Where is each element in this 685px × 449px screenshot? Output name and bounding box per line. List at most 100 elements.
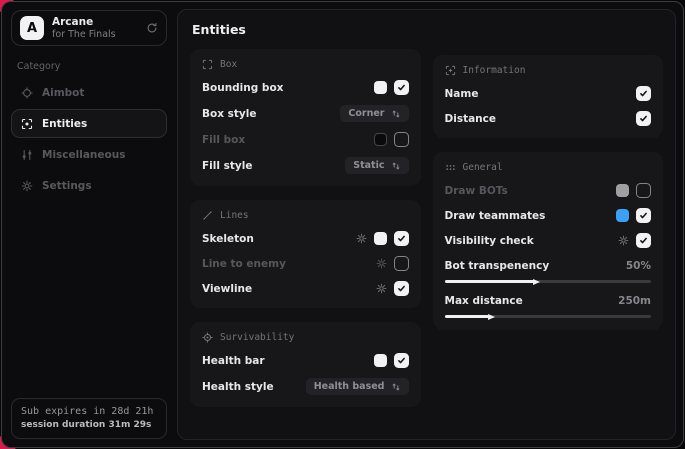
setting-row-distance: Distance — [445, 111, 652, 126]
checkbox-draw-bots[interactable] — [636, 183, 651, 198]
row-label: Line to enemy — [202, 258, 286, 270]
info-frame-icon — [445, 65, 456, 76]
app-subtitle: for The Finals — [52, 29, 116, 41]
setting-row-bounding-box: Bounding box — [202, 80, 409, 95]
gear-icon[interactable] — [376, 283, 387, 294]
row-label: Max distance — [445, 295, 523, 307]
color-swatch-health-bar[interactable] — [374, 354, 387, 367]
sidebar-item-miscellaneous[interactable]: Miscellaneous — [11, 140, 167, 169]
setting-row-health-style: Health styleHealth based — [202, 378, 409, 395]
dropdown-fill-style[interactable]: Static — [345, 157, 408, 174]
slider-value: 50% — [626, 260, 651, 272]
app-title: Arcane — [52, 16, 116, 29]
page-title: Entities — [192, 22, 663, 37]
setting-row-draw-bots: Draw BOTs — [445, 183, 652, 198]
brand-card: A Arcane for The Finals — [11, 10, 167, 46]
updown-icon — [391, 161, 401, 171]
dropdown-health-style[interactable]: Health based — [306, 378, 409, 395]
section-title: Information — [463, 65, 526, 76]
row-label: Draw BOTs — [445, 185, 508, 197]
section-title: General — [463, 162, 503, 173]
slider-thumb[interactable] — [533, 279, 540, 285]
sidebar: A Arcane for The Finals Category Aimbot E… — [9, 9, 169, 440]
section-title: Survivability — [220, 332, 294, 343]
section-survivability: Survivability Health bar Health styleHealt… — [190, 322, 421, 407]
checkbox-line-to-enemy[interactable] — [394, 256, 409, 271]
dropdown-value: Corner — [348, 108, 384, 119]
sub-expiry-text: Sub expires in 28d 21h — [21, 406, 157, 417]
checkbox-health-bar[interactable] — [394, 353, 409, 368]
dropdown-value: Static — [353, 160, 384, 171]
section-information: Information Name Distance — [433, 55, 664, 138]
gear-icon — [21, 180, 33, 192]
dropdown-value: Health based — [314, 381, 385, 392]
row-label: Visibility check — [445, 235, 534, 247]
dropdown-box-style[interactable]: Corner — [340, 105, 408, 122]
box-corners-icon — [202, 59, 213, 70]
line-icon — [202, 210, 213, 221]
left-column: Box Bounding box Box style Corner Fill box Fi… — [190, 49, 421, 407]
color-swatch-skeleton[interactable] — [374, 232, 387, 245]
category-label: Category — [17, 61, 161, 72]
gear-icon[interactable] — [376, 258, 387, 269]
setting-row-line-to-enemy: Line to enemy — [202, 256, 409, 271]
sidebar-item-label: Miscellaneous — [42, 149, 125, 161]
slider-bot-transpenency[interactable] — [445, 280, 652, 283]
slider-fill — [445, 280, 536, 283]
row-label: Distance — [445, 113, 497, 125]
row-label: Bounding box — [202, 82, 283, 94]
updown-icon — [391, 382, 401, 392]
row-label: Viewline — [202, 283, 252, 295]
section-title: Box — [220, 59, 237, 70]
right-column: Information Name Distance General Draw BOTs D… — [433, 55, 664, 330]
main-panel: Entities Box Bounding box Box style Corner F… — [177, 9, 676, 440]
row-label: Health bar — [202, 355, 265, 367]
setting-row-box-style: Box style Corner — [202, 105, 409, 122]
setting-row-skeleton: Skeleton — [202, 231, 409, 246]
row-label: Box style — [202, 108, 256, 120]
target-icon — [202, 332, 213, 343]
color-swatch-draw-bots[interactable] — [616, 184, 629, 197]
row-label: Bot transpenency — [445, 260, 550, 272]
row-label: Fill style — [202, 160, 252, 172]
sidebar-item-label: Settings — [42, 180, 92, 192]
slider-fill — [445, 315, 490, 318]
setting-row-health-bar: Health bar — [202, 353, 409, 368]
sidebar-nav: Aimbot Entities Miscellaneous Settings — [11, 78, 167, 202]
checkbox-skeleton[interactable] — [394, 231, 409, 246]
setting-row-draw-teammates: Draw teammates — [445, 208, 652, 223]
subscription-status-card: Sub expires in 28d 21h session duration … — [11, 398, 167, 439]
checkbox-name[interactable] — [636, 86, 651, 101]
app-window: A Arcane for The Finals Category Aimbot E… — [1, 1, 684, 448]
setting-row-fill-box: Fill box — [202, 132, 409, 147]
sidebar-item-settings[interactable]: Settings — [11, 171, 167, 200]
row-label: Name — [445, 88, 479, 100]
checkbox-visibility-check[interactable] — [636, 233, 651, 248]
sidebar-item-entities[interactable]: Entities — [11, 109, 167, 138]
checkbox-fill-box[interactable] — [394, 132, 409, 147]
slider-max-distance[interactable] — [445, 315, 652, 318]
slider-group-max-distance: Max distance 250m — [445, 293, 652, 318]
color-swatch-draw-teammates[interactable] — [616, 209, 629, 222]
setting-row-fill-style: Fill style Static — [202, 157, 409, 174]
color-swatch-fill-box[interactable] — [374, 133, 387, 146]
sidebar-item-label: Aimbot — [42, 87, 84, 99]
slider-thumb[interactable] — [488, 314, 495, 320]
checkbox-bounding-box[interactable] — [394, 80, 409, 95]
grid-dots-icon — [445, 162, 456, 173]
gear-icon[interactable] — [356, 233, 367, 244]
sidebar-item-label: Entities — [42, 118, 87, 130]
checkbox-draw-teammates[interactable] — [636, 208, 651, 223]
color-swatch-bounding-box[interactable] — [374, 81, 387, 94]
row-label: Draw teammates — [445, 210, 546, 222]
slider-value: 250m — [618, 295, 651, 307]
section-box: Box Bounding box Box style Corner Fill box Fi… — [190, 49, 421, 186]
checkbox-distance[interactable] — [636, 111, 651, 126]
setting-row-viewline: Viewline — [202, 281, 409, 296]
gear-icon[interactable] — [618, 235, 629, 246]
checkbox-viewline[interactable] — [394, 281, 409, 296]
refresh-icon[interactable] — [146, 22, 158, 34]
sidebar-item-aimbot[interactable]: Aimbot — [11, 78, 167, 107]
crosshair-icon — [21, 87, 33, 99]
section-lines: LinesSkeletonLine to enemyViewline — [190, 200, 421, 308]
